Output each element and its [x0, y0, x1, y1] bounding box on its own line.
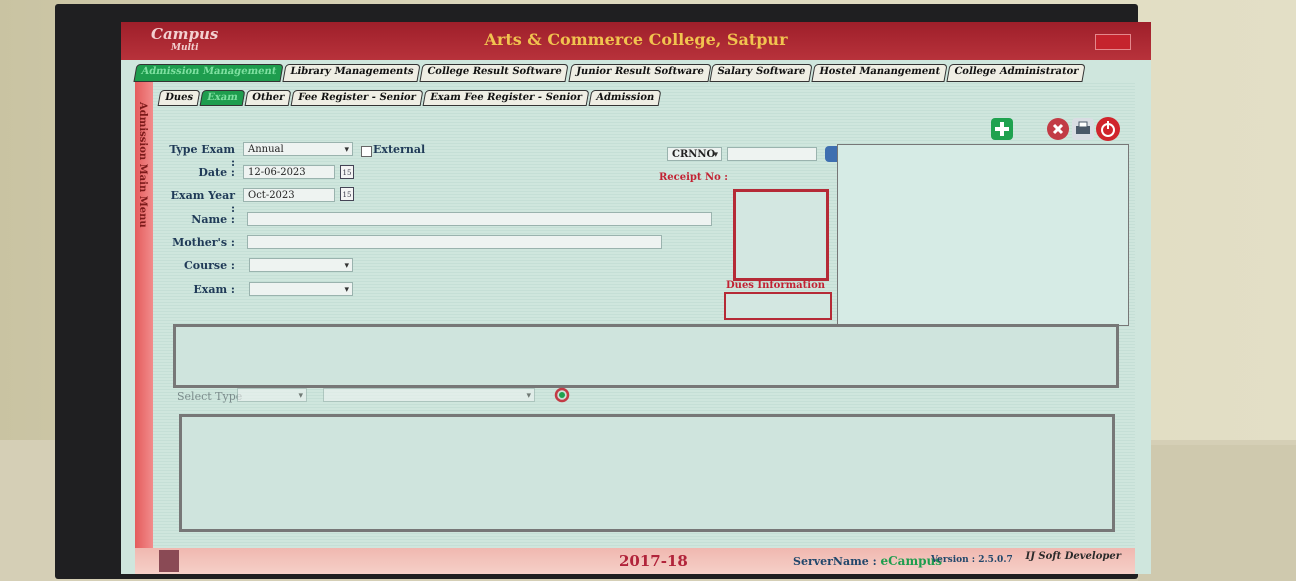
- dues-info-box: [724, 292, 832, 320]
- tab-library-managements[interactable]: Library Managements: [282, 64, 421, 82]
- exam-label: Exam :: [193, 283, 235, 296]
- exam-year-field[interactable]: Oct-2023: [243, 188, 335, 202]
- version-label: Version :: [931, 555, 976, 565]
- tab-admission[interactable]: Admission: [588, 90, 662, 106]
- external-label: External: [373, 143, 426, 156]
- cables-area: [1138, 445, 1296, 581]
- server-label: ServerName :: [793, 555, 877, 568]
- select-type-label: Select Type: [177, 390, 243, 403]
- side-menu-strip[interactable]: Admission Main Menu: [135, 82, 153, 548]
- main-tab-bar: Admission Management Library Managements…: [133, 64, 1086, 82]
- receipt-label: Receipt No :: [659, 172, 728, 183]
- monitor-bezel: Campus Multi Arts & Commerce College, Sa…: [55, 4, 1151, 579]
- add-icon[interactable]: [991, 118, 1013, 140]
- data-grid-top[interactable]: [173, 324, 1119, 388]
- power-icon[interactable]: [1096, 117, 1120, 141]
- calendar-icon[interactable]: 15: [340, 165, 354, 179]
- photo-box: [733, 189, 829, 281]
- tab-college-administrator[interactable]: College Administrator: [946, 64, 1086, 82]
- refresh-icon[interactable]: [553, 386, 571, 404]
- app-title: Arts & Commerce College, Satpur: [484, 30, 788, 49]
- tab-exam[interactable]: Exam: [199, 90, 246, 106]
- data-grid-bottom[interactable]: [179, 414, 1115, 532]
- crnno-select[interactable]: CRNNO: [667, 147, 722, 162]
- select-type-value-dropdown[interactable]: [323, 388, 535, 403]
- brand-logo: IJ Soft Developer: [1025, 551, 1121, 562]
- tab-college-result-software[interactable]: College Result Software: [419, 64, 570, 82]
- tab-junior-result-software[interactable]: Junior Result Software: [568, 64, 711, 82]
- tab-salary-software[interactable]: Salary Software: [709, 64, 813, 82]
- tab-other[interactable]: Other: [244, 90, 292, 106]
- name-label: Name :: [191, 213, 235, 226]
- version-number: 2.5.0.7: [978, 555, 1013, 565]
- course-select[interactable]: [249, 258, 353, 273]
- status-bar: 2017-18 ServerName : eCampus Version : 2…: [135, 548, 1135, 574]
- app-window: Campus Multi Arts & Commerce College, Sa…: [121, 22, 1151, 574]
- print-icon[interactable]: [1072, 118, 1094, 140]
- exam-year-label: Exam Year :: [170, 189, 235, 215]
- side-menu-label: Admission Main Menu: [137, 102, 148, 228]
- sub-tab-bar: Dues Exam Other Fee Register - Senior Ex…: [157, 90, 662, 106]
- calendar-icon[interactable]: 15: [340, 187, 354, 201]
- crnno-field[interactable]: [727, 147, 817, 161]
- mothers-label: Mother's :: [172, 236, 235, 249]
- exam-select[interactable]: [249, 282, 353, 297]
- info-panel: [837, 144, 1129, 326]
- dues-info-label: Dues Information: [726, 280, 826, 291]
- title-bar: Campus Multi Arts & Commerce College, Sa…: [121, 22, 1151, 60]
- close-button[interactable]: [1095, 34, 1131, 50]
- user-avatar: [159, 550, 179, 572]
- mothers-field[interactable]: [247, 235, 662, 249]
- tab-fee-register-senior[interactable]: Fee Register - Senior: [290, 90, 424, 106]
- tab-dues[interactable]: Dues: [157, 90, 201, 106]
- type-exam-select[interactable]: Annual: [243, 142, 353, 157]
- course-label: Course :: [184, 259, 235, 272]
- server-info: ServerName : eCampus: [793, 554, 942, 568]
- select-type-dropdown[interactable]: [237, 388, 307, 403]
- tab-exam-fee-register-senior[interactable]: Exam Fee Register - Senior: [422, 90, 589, 106]
- tab-hostel-manangement[interactable]: Hostel Manangement: [811, 64, 948, 82]
- delete-icon[interactable]: [1047, 118, 1069, 140]
- version-info: Version : 2.5.0.7: [931, 555, 1013, 565]
- name-field[interactable]: [247, 212, 712, 226]
- date-field[interactable]: 12-06-2023: [243, 165, 335, 179]
- academic-year: 2017-18: [619, 552, 688, 570]
- date-label: Date :: [198, 166, 235, 179]
- tab-admission-management[interactable]: Admission Management: [133, 64, 284, 82]
- external-checkbox[interactable]: [361, 146, 372, 157]
